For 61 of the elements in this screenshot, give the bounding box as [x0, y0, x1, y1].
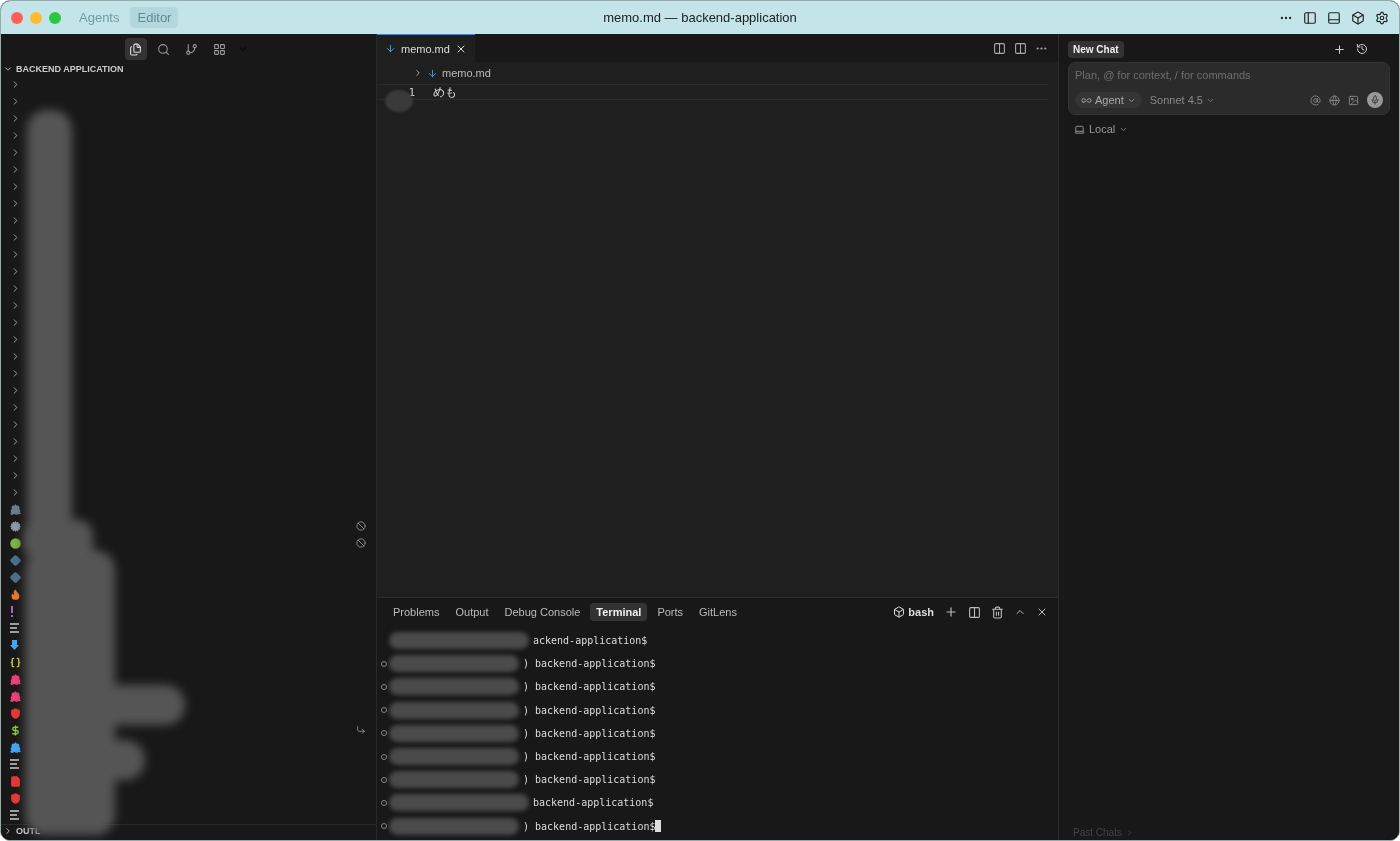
panel-tab[interactable]: Problems	[387, 603, 446, 621]
section-title: OUTL	[16, 825, 41, 836]
panel-tab[interactable]: Ports	[651, 603, 690, 621]
image-icon	[1348, 94, 1359, 106]
files-icon	[129, 42, 142, 56]
mic-button[interactable]	[1367, 92, 1383, 108]
terminal-prompt: ackend-application$	[533, 635, 648, 647]
branch-icon	[185, 42, 198, 56]
markdown-icon	[427, 67, 438, 79]
search-icon	[157, 42, 170, 56]
panel-tab[interactable]: Terminal	[590, 603, 648, 621]
cube-icon	[893, 606, 906, 618]
add-icon	[1333, 42, 1346, 56]
panel-tab[interactable]: Debug Console	[498, 603, 587, 621]
split-icon	[968, 605, 981, 619]
mode-dropdown[interactable]: Agent	[1075, 92, 1142, 108]
ignored-icon	[356, 521, 366, 532]
file-tab[interactable]: memo.md	[377, 34, 475, 62]
chevron-icon	[3, 825, 13, 836]
terminal-prompt: ) backend-application$	[523, 774, 656, 786]
panel-toggle-icon	[1327, 10, 1341, 25]
grid-icon	[213, 42, 226, 56]
terminal-prompt: ) backend-application$	[523, 681, 656, 693]
laptop-icon	[1074, 123, 1085, 135]
breadcrumb[interactable]: memo.md	[442, 67, 491, 79]
blur-smudge	[385, 90, 413, 112]
terminal-prompt: backend-application$	[533, 797, 654, 809]
close-icon	[1036, 606, 1048, 618]
terminal-prompt: ) backend-application$	[523, 727, 656, 739]
split-editor-icon	[1014, 41, 1027, 55]
section-title: BACKEND APPLICATION	[16, 64, 124, 75]
settings-icon	[1375, 10, 1389, 25]
location-dropdown[interactable]: Local	[1074, 123, 1129, 135]
ignored-icon	[356, 538, 366, 549]
shell-name[interactable]: bash	[908, 606, 934, 618]
window-title: memo.md — backend-application	[603, 10, 797, 25]
mic-icon	[1370, 95, 1380, 105]
chevron-icon	[413, 68, 423, 78]
panel-tab[interactable]: Output	[449, 603, 495, 621]
view-button[interactable]	[124, 38, 147, 61]
add-icon	[944, 605, 958, 619]
history-icon	[1356, 42, 1368, 55]
chat-input[interactable]: Plan, @ for context, / for commands Agent Sonnet 4.5	[1068, 62, 1390, 115]
chevron-icon	[10, 248, 21, 260]
markdown-icon	[385, 43, 396, 54]
sidebar-toggle-icon	[1303, 10, 1317, 25]
terminal-prompt: ) backend-application$	[523, 820, 656, 832]
terminal-prompt: ) backend-application$	[523, 658, 656, 670]
terminal-prompt: ) backend-application$	[523, 751, 656, 763]
model-dropdown[interactable]: Sonnet 4.5	[1147, 92, 1217, 108]
link-arrow-icon	[356, 725, 366, 736]
at-icon	[1310, 94, 1321, 106]
terminal-prompt: ) backend-application$	[523, 704, 656, 716]
cube-icon	[1351, 10, 1365, 25]
code-line: めも	[433, 83, 457, 101]
trash-icon	[991, 605, 1004, 619]
chat-tab[interactable]: New Chat	[1068, 40, 1124, 58]
preview-icon	[993, 41, 1006, 55]
globe-icon	[1329, 94, 1340, 106]
line-number: 1	[407, 85, 415, 99]
panel-tab[interactable]: GitLens	[693, 603, 743, 621]
